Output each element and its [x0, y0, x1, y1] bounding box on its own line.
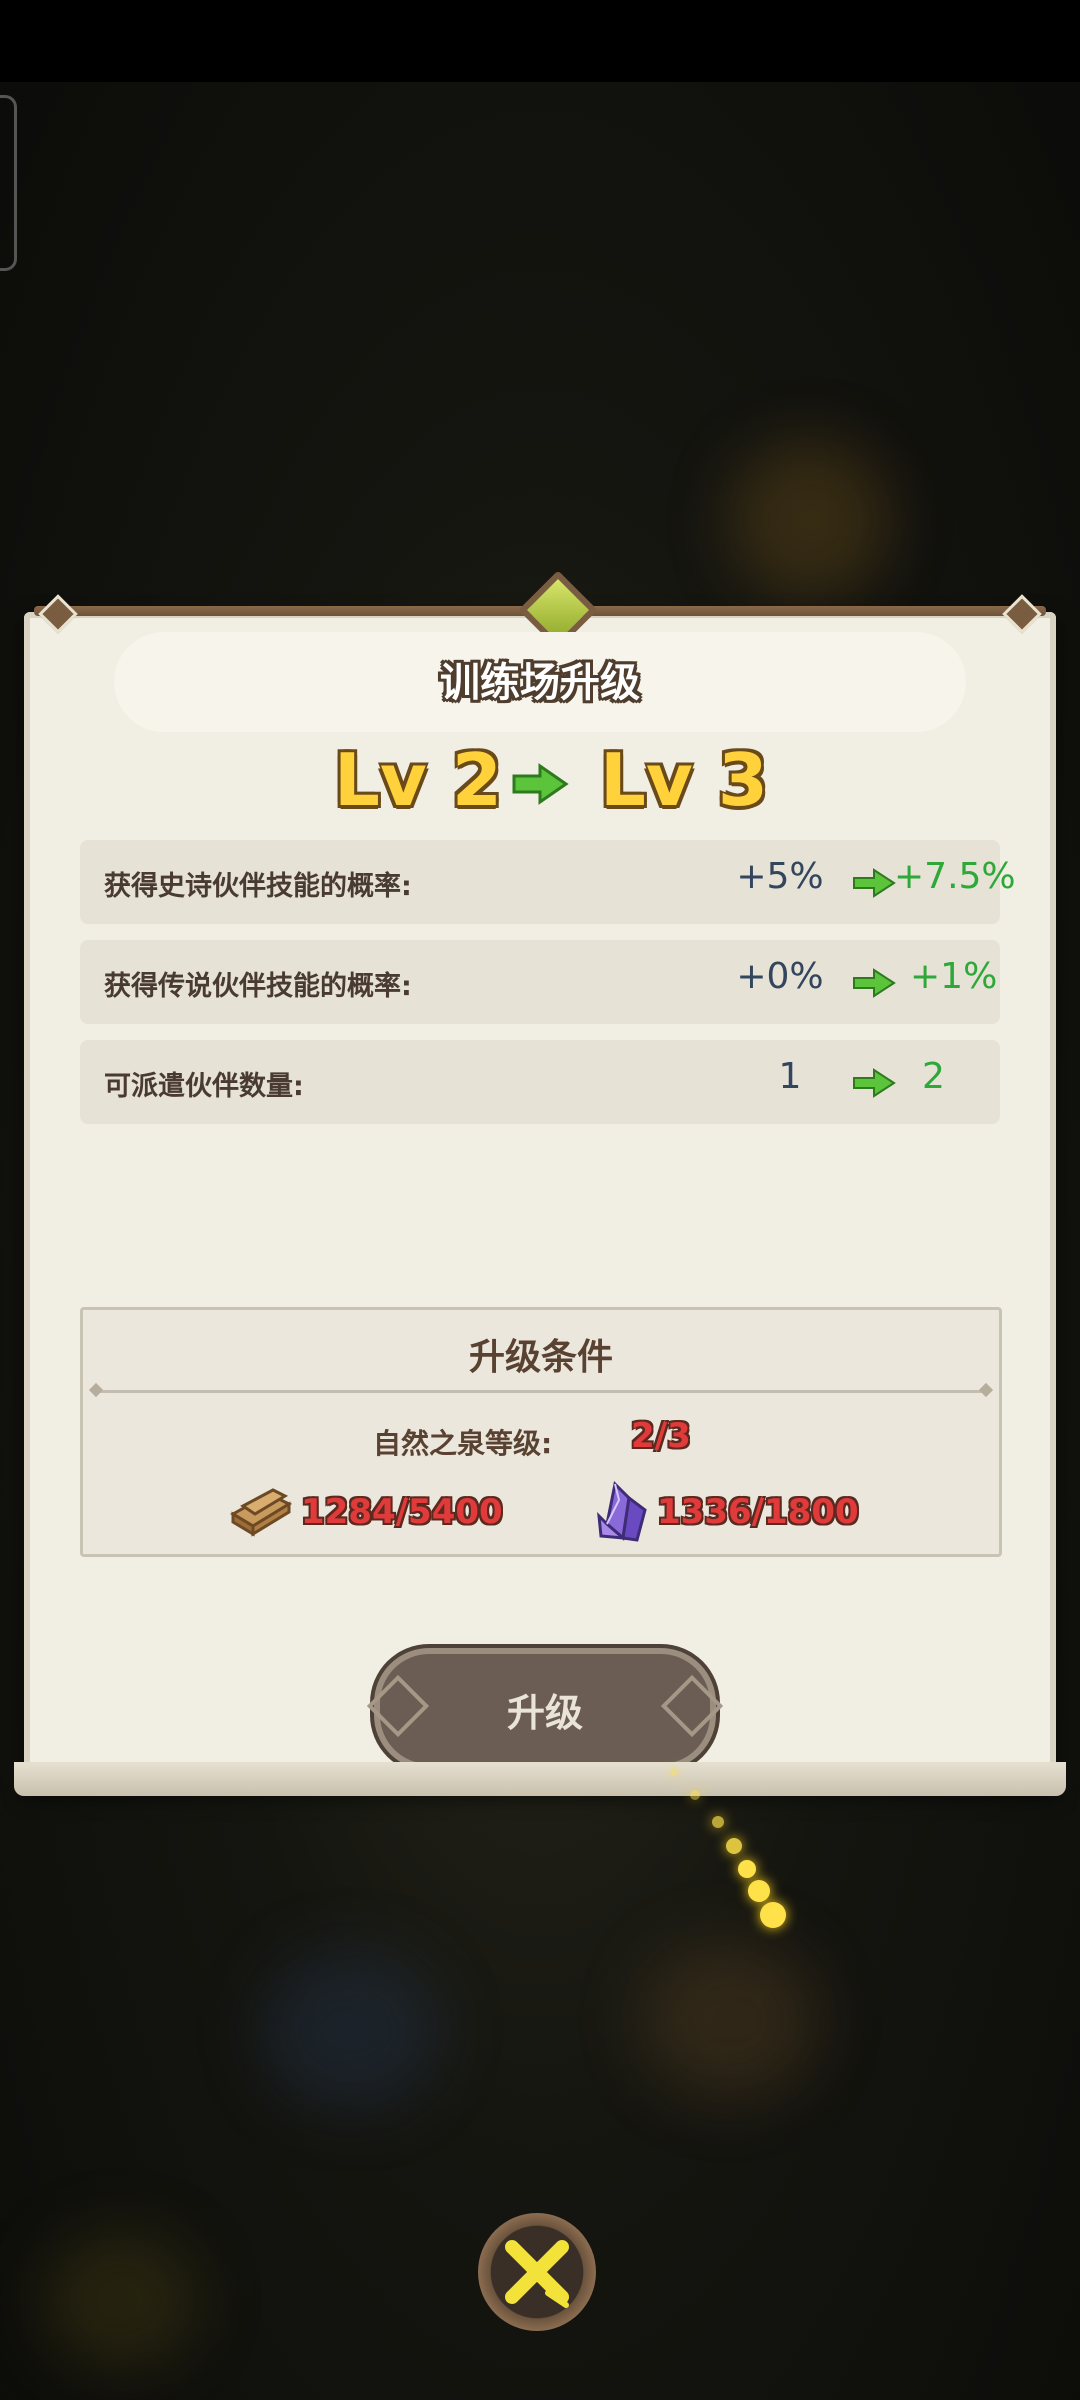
stat-old-value: 1: [778, 1056, 802, 1097]
background-glow: [40, 2230, 200, 2370]
arrow-right-icon: [853, 868, 896, 898]
sparkle-effect: [760, 1902, 786, 1928]
background-glow: [260, 1950, 440, 2110]
stat-new-value: +7.5%: [894, 856, 1016, 897]
stat-new-value: 2: [922, 1056, 945, 1097]
stat-row-epic-chance: 获得史诗伙伴技能的概率: +5% +7.5%: [80, 840, 1016, 924]
sparkle-effect: [726, 1838, 742, 1854]
sparkle-effect: [670, 1768, 678, 1776]
level-to: Lv 3: [600, 738, 768, 822]
stat-row-legendary-chance: 获得传说伙伴技能的概率: +0% +1%: [80, 940, 1000, 1024]
background-glow: [640, 1940, 820, 2100]
close-icon: [505, 2240, 569, 2308]
sparkle-effect: [748, 1880, 770, 1902]
crystal-resource-count: 1336/1800: [657, 1492, 859, 1532]
divider: [95, 1390, 987, 1393]
arrow-right-icon: [853, 968, 896, 998]
upgrade-button-label: 升级: [506, 1691, 583, 1735]
stat-new-value: +1%: [910, 956, 998, 997]
corner-ornament: [1002, 594, 1042, 634]
dialog-title: 训练场升级: [440, 660, 640, 706]
upgrade-dialog: 训练场升级 Lv 2 Lv 3 获得史诗伙伴技能的概率: +5% +7.5% 获…: [14, 570, 1066, 1796]
status-bar: [0, 0, 1080, 82]
stat-label: 可派遣伙伴数量:: [104, 1071, 304, 1102]
corner-ornament: [38, 594, 78, 634]
wood-resource-count: 1284/5400: [301, 1492, 503, 1532]
stat-row-dispatch-count: 可派遣伙伴数量: 1 2: [80, 1040, 1000, 1124]
background-glow: [730, 440, 890, 600]
purple-crystal-icon: [597, 1480, 647, 1542]
stat-old-value: +0%: [736, 956, 824, 997]
sparkle-effect: [712, 1816, 724, 1828]
upgrade-button[interactable]: 升级: [366, 1648, 724, 1770]
wood-planks-icon: [230, 1488, 293, 1537]
upgrade-conditions: 升级条件 自然之泉等级: 2/3 1284/5400 1336/1800: [80, 1307, 1002, 1557]
sparkle-effect: [738, 1860, 756, 1878]
stat-old-value: +5%: [736, 856, 824, 897]
dialog-bottom-border: [14, 1762, 1066, 1796]
stat-label: 获得史诗伙伴技能的概率:: [104, 871, 412, 902]
arrow-right-icon: [853, 1068, 896, 1098]
sparkle-effect: [690, 1790, 700, 1800]
requirement-label: 自然之泉等级:: [373, 1427, 553, 1460]
conditions-title: 升级条件: [468, 1337, 613, 1378]
stat-label: 获得传说伙伴技能的概率:: [104, 971, 412, 1002]
side-tab[interactable]: [0, 95, 17, 271]
level-from: Lv 2: [334, 738, 502, 822]
level-arrow-icon: [512, 763, 569, 805]
close-button[interactable]: [478, 2213, 596, 2331]
requirement-value: 2/3: [631, 1416, 691, 1456]
